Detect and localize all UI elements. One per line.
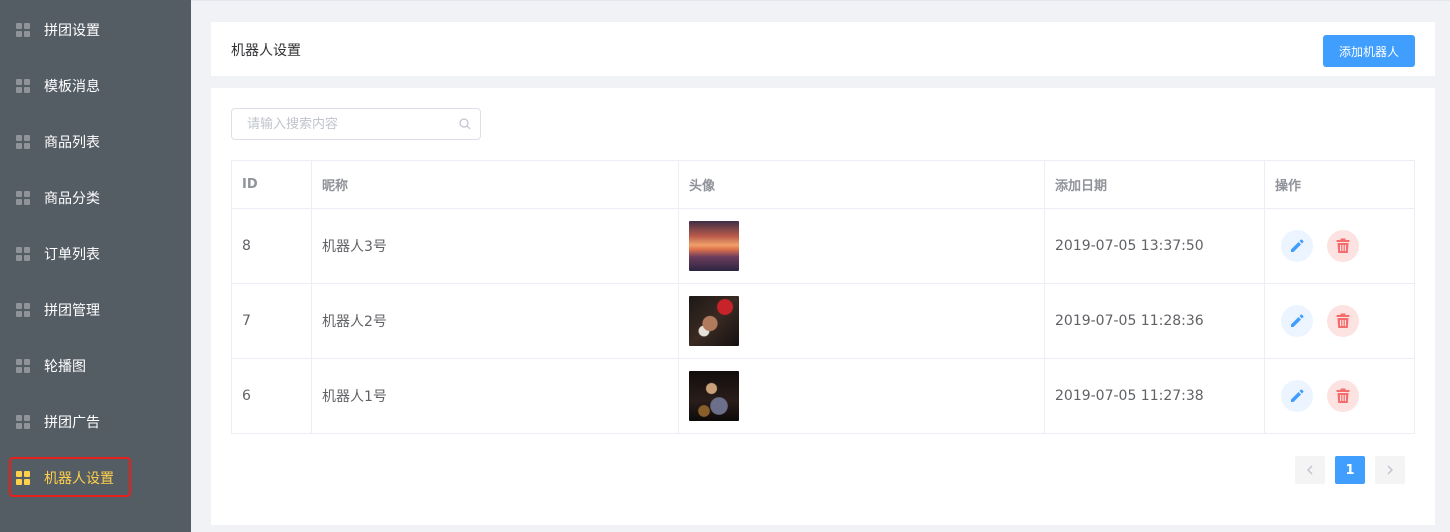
next-page-button[interactable]	[1375, 456, 1405, 484]
sidebar-item-order-list[interactable]: 订单列表	[0, 226, 191, 282]
cell-id: 8	[232, 209, 312, 284]
avatar	[689, 296, 739, 346]
trash-icon	[1336, 313, 1350, 328]
sidebar: 拼团设置 模板消息 商品列表 商品分类 订单列表 拼团管理 轮播图 拼团广告 机…	[0, 0, 191, 532]
sidebar-item-label: 拼团管理	[44, 303, 100, 319]
chevron-right-icon	[1387, 465, 1393, 475]
prev-page-button[interactable]	[1295, 456, 1325, 484]
grid-icon	[16, 23, 30, 37]
search-box	[231, 108, 481, 140]
page-title: 机器人设置	[231, 43, 301, 59]
cell-actions	[1265, 209, 1415, 284]
column-header-nickname: 昵称	[312, 161, 679, 209]
sidebar-item-label: 机器人设置	[44, 471, 114, 487]
sidebar-item-template-messages[interactable]: 模板消息	[0, 58, 191, 114]
delete-button[interactable]	[1327, 305, 1359, 337]
chevron-left-icon	[1307, 465, 1313, 475]
cell-actions	[1265, 284, 1415, 359]
header-card: 机器人设置 添加机器人	[211, 22, 1435, 76]
avatar	[689, 221, 739, 271]
search-input[interactable]	[232, 109, 452, 139]
trash-icon	[1336, 238, 1350, 253]
sidebar-item-label: 商品列表	[44, 135, 100, 151]
cell-nickname: 机器人1号	[312, 359, 679, 434]
search-icon[interactable]	[459, 118, 471, 130]
top-divider	[191, 0, 1450, 1]
sidebar-item-group-settings[interactable]: 拼团设置	[0, 2, 191, 58]
table-header-row: ID 昵称 头像 添加日期 操作	[232, 161, 1415, 209]
sidebar-item-product-list[interactable]: 商品列表	[0, 114, 191, 170]
robot-table: ID 昵称 头像 添加日期 操作 8 机器人3号 2019-07-05 13:3…	[231, 160, 1415, 434]
cell-date: 2019-07-05 11:27:38	[1045, 359, 1265, 434]
cell-nickname: 机器人2号	[312, 284, 679, 359]
delete-button[interactable]	[1327, 380, 1359, 412]
column-header-actions: 操作	[1265, 161, 1415, 209]
grid-icon	[16, 471, 30, 485]
pencil-icon	[1291, 389, 1304, 402]
sidebar-item-label: 订单列表	[44, 247, 100, 263]
grid-icon	[16, 303, 30, 317]
trash-icon	[1336, 388, 1350, 403]
pencil-icon	[1291, 239, 1304, 252]
cell-date: 2019-07-05 13:37:50	[1045, 209, 1265, 284]
cell-avatar	[679, 359, 1045, 434]
grid-icon	[16, 191, 30, 205]
delete-button[interactable]	[1327, 230, 1359, 262]
sidebar-item-product-categories[interactable]: 商品分类	[0, 170, 191, 226]
table-row: 6 机器人1号 2019-07-05 11:27:38	[232, 359, 1415, 434]
sidebar-item-label: 商品分类	[44, 191, 100, 207]
sidebar-item-group-management[interactable]: 拼团管理	[0, 282, 191, 338]
column-header-date: 添加日期	[1045, 161, 1265, 209]
table-row: 7 机器人2号 2019-07-05 11:28:36	[232, 284, 1415, 359]
page-number-button[interactable]: 1	[1335, 456, 1365, 484]
cell-avatar	[679, 209, 1045, 284]
sidebar-item-label: 拼团广告	[44, 415, 100, 431]
pencil-icon	[1291, 314, 1304, 327]
edit-button[interactable]	[1281, 380, 1313, 412]
sidebar-item-robot-settings[interactable]: 机器人设置	[0, 450, 191, 506]
cell-nickname: 机器人3号	[312, 209, 679, 284]
grid-icon	[16, 135, 30, 149]
table-row: 8 机器人3号 2019-07-05 13:37:50	[232, 209, 1415, 284]
sidebar-item-carousel[interactable]: 轮播图	[0, 338, 191, 394]
sidebar-item-label: 轮播图	[44, 359, 86, 375]
edit-button[interactable]	[1281, 230, 1313, 262]
sidebar-item-label: 模板消息	[44, 79, 100, 95]
sidebar-item-group-ads[interactable]: 拼团广告	[0, 394, 191, 450]
grid-icon	[16, 247, 30, 261]
grid-icon	[16, 79, 30, 93]
column-header-avatar: 头像	[679, 161, 1045, 209]
sidebar-item-label: 拼团设置	[44, 23, 100, 39]
main-card: ID 昵称 头像 添加日期 操作 8 机器人3号 2019-07-05 13:3…	[211, 88, 1435, 525]
cell-id: 7	[232, 284, 312, 359]
cell-date: 2019-07-05 11:28:36	[1045, 284, 1265, 359]
grid-icon	[16, 359, 30, 373]
add-robot-button[interactable]: 添加机器人	[1323, 35, 1415, 67]
grid-icon	[16, 415, 30, 429]
edit-button[interactable]	[1281, 305, 1313, 337]
cell-avatar	[679, 284, 1045, 359]
column-header-id: ID	[232, 161, 312, 209]
cell-actions	[1265, 359, 1415, 434]
avatar	[689, 371, 739, 421]
cell-id: 6	[232, 359, 312, 434]
